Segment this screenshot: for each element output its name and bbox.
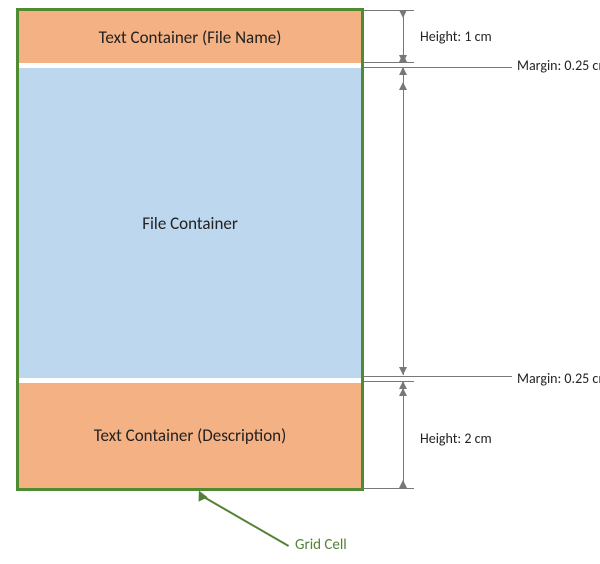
arrow-icon [399,388,407,396]
dim-tick [364,488,414,489]
arrow-icon [399,10,407,18]
arrow-icon [399,55,407,63]
pointer-line [202,495,290,547]
file-container-label: File Container [142,213,238,234]
dim-line-filebox [403,82,404,375]
filename-label: Text Container (File Name) [99,27,282,48]
text-container-filename: Text Container (File Name) [19,11,361,63]
arrow-icon [399,367,407,375]
text-container-description: Text Container (Description) [19,383,361,488]
description-label: Text Container (Description) [94,425,287,446]
dim-label-height2: Height: 2 cm [420,430,492,447]
grid-cell: Text Container (File Name) File Containe… [16,8,364,491]
pointer-label-grid-cell: Grid Cell [295,536,347,554]
dim-label-height1: Height: 1 cm [420,28,492,45]
dim-line-height2 [403,396,404,488]
file-container: File Container [19,68,361,378]
arrow-icon [399,67,407,75]
dim-label-margin-top: Margin: 0.25 cm [517,57,600,74]
dim-tick [364,67,512,68]
arrow-icon [399,480,407,488]
dim-tick [364,376,512,377]
dim-label-margin-bottom: Margin: 0.25 cm [517,370,600,387]
arrow-icon [399,82,407,90]
